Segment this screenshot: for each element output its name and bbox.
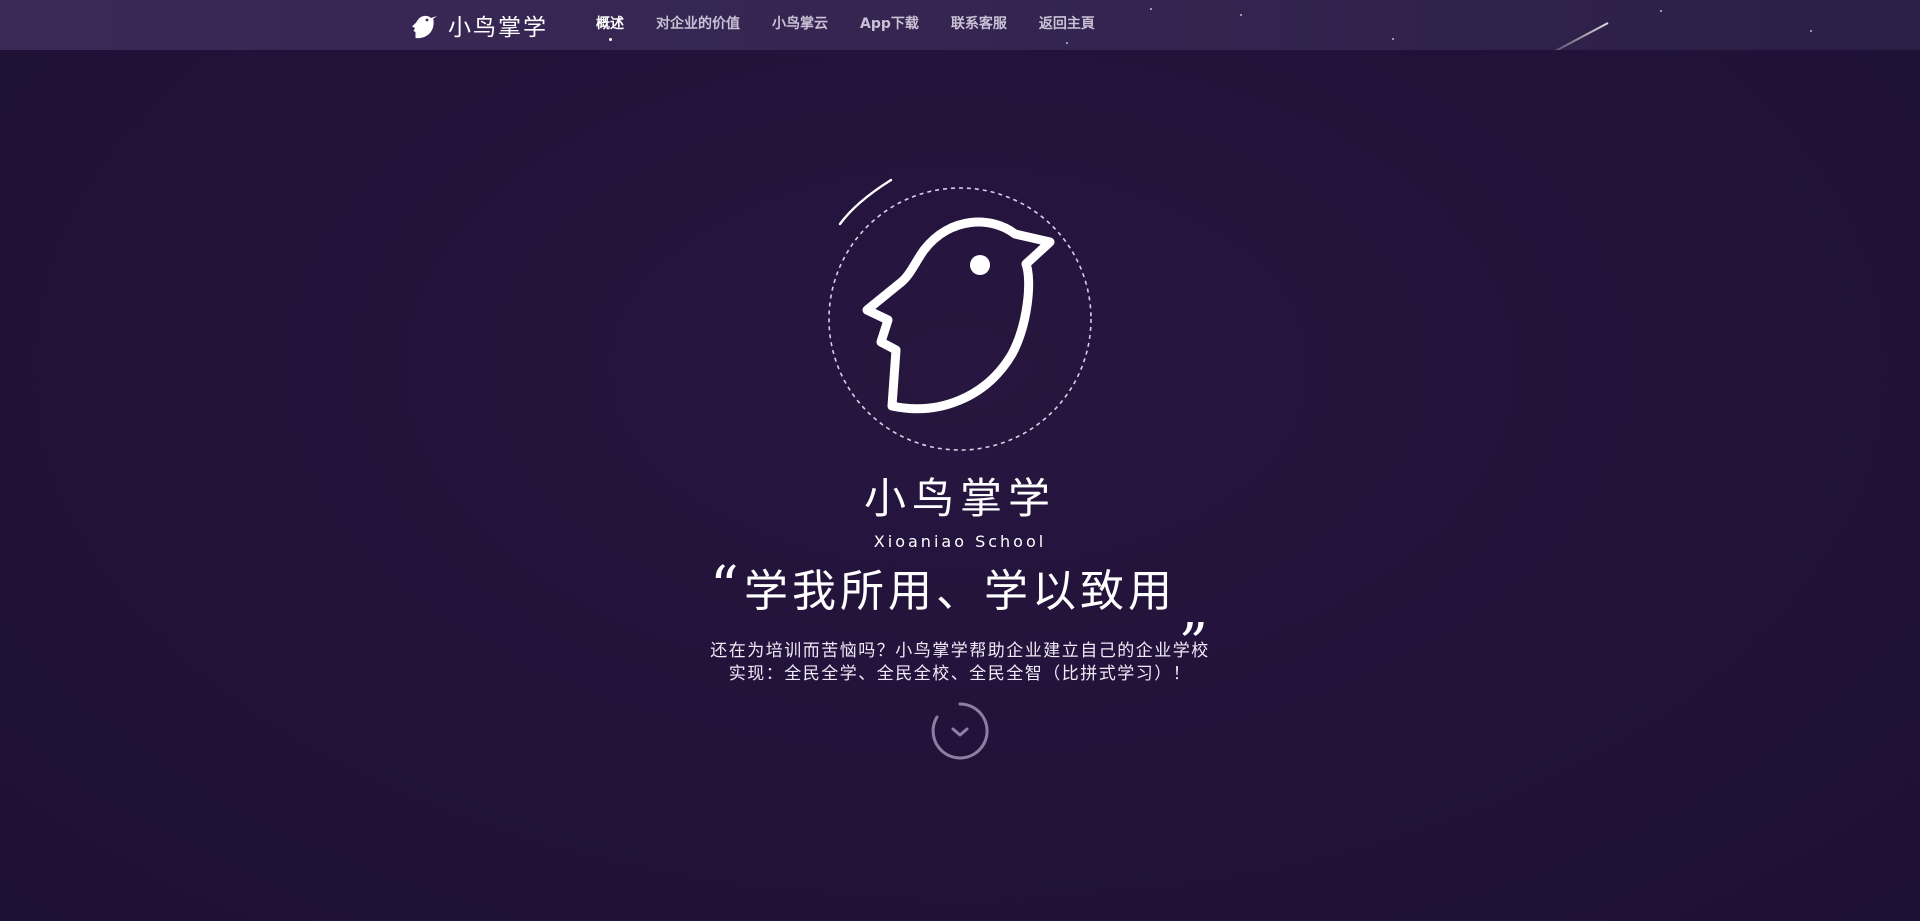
nav-item-back-home[interactable]: 返回主頁 bbox=[1039, 7, 1095, 43]
brand-logo[interactable]: 小鸟掌学 bbox=[410, 8, 548, 42]
main-nav: 概述 对企业的价值 小鸟掌云 App下载 联系客服 返回主頁 bbox=[596, 0, 1127, 50]
scroll-ring bbox=[931, 702, 989, 760]
description-line-1: 还在为培训而苦恼吗？小鸟掌学帮助企业建立自己的企业学校 bbox=[710, 641, 1210, 661]
orbit-accent-arc bbox=[838, 178, 893, 226]
top-navigation-bar: 小鸟掌学 概述 对企业的价值 小鸟掌云 App下载 联系客服 返回主頁 bbox=[0, 0, 1920, 50]
shooting-star-decoration bbox=[1536, 22, 1609, 50]
nav-item-app-download[interactable]: App下载 bbox=[860, 7, 919, 43]
page: 小鸟掌学 概述 对企业的价值 小鸟掌云 App下载 联系客服 返回主頁 小鸟掌学… bbox=[0, 0, 1920, 921]
chevron-down-icon bbox=[951, 727, 969, 737]
scroll-down-button[interactable] bbox=[931, 702, 989, 760]
nav-item-xiaoniao-cloud[interactable]: 小鸟掌云 bbox=[772, 7, 828, 43]
star-decoration bbox=[1240, 14, 1242, 16]
nav-item-overview[interactable]: 概述 bbox=[596, 7, 624, 43]
bird-logo-icon bbox=[412, 15, 437, 39]
close-quote-mark: „ bbox=[1180, 577, 1210, 642]
nav-item-contact-service[interactable]: 联系客服 bbox=[951, 7, 1007, 43]
star-decoration bbox=[1810, 30, 1812, 32]
hero-description: 还在为培训而苦恼吗？小鸟掌学帮助企业建立自己的企业学校 实现：全民全学、全民全校… bbox=[0, 640, 1920, 686]
hero-bird-logo-icon bbox=[828, 178, 1092, 451]
slogan-text: 学我所用、学以致用 bbox=[744, 566, 1176, 617]
star-decoration bbox=[1660, 10, 1662, 12]
brand-name: 小鸟掌学 bbox=[448, 15, 548, 41]
star-decoration bbox=[1392, 38, 1394, 40]
hero-title: 小鸟掌学 bbox=[863, 474, 1056, 523]
description-line-2: 实现：全民全学、全民全校、全民全智（比拼式学习）！ bbox=[728, 664, 1192, 684]
hero-subtitle: Xioaniao School bbox=[873, 532, 1047, 551]
bird-eye bbox=[970, 255, 990, 275]
slogan-block: “ 学我所用、学以致用 „ bbox=[0, 560, 1920, 638]
star-decoration bbox=[1150, 8, 1152, 10]
nav-item-enterprise-value[interactable]: 对企业的价值 bbox=[656, 7, 740, 43]
bird-outline bbox=[862, 217, 1055, 414]
